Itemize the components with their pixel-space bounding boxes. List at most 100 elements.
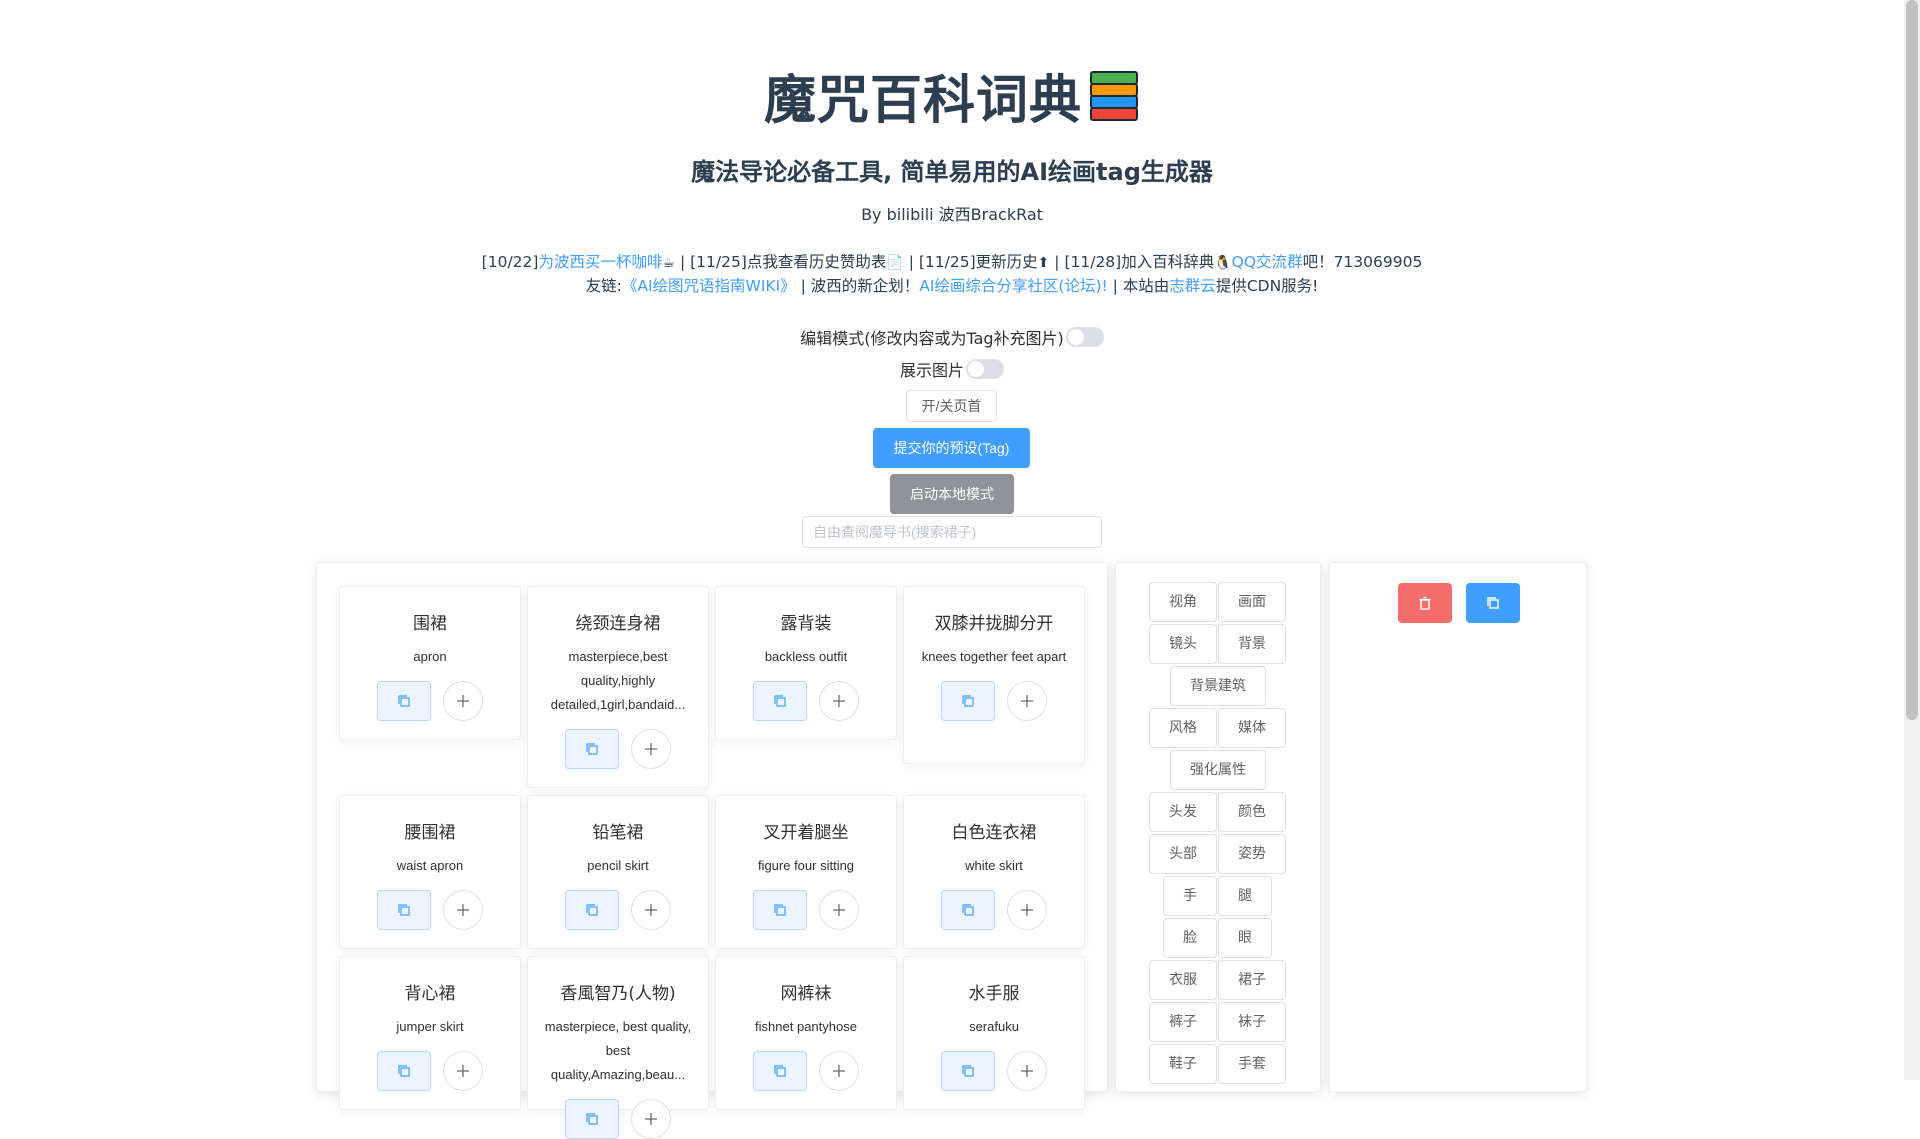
up-arrow-icon: ⬆: [1037, 255, 1050, 271]
add-tag-button[interactable]: [443, 1051, 483, 1091]
buy-coffee-link[interactable]: 为波西买一杯咖啡: [538, 253, 662, 271]
add-tag-button[interactable]: [1007, 1051, 1047, 1091]
category-button[interactable]: 眼: [1218, 918, 1272, 958]
category-button[interactable]: 腿: [1218, 876, 1272, 916]
forum-link[interactable]: AI绘画综合分享社区(论坛)!: [919, 277, 1107, 295]
tag-name: 绕颈连身裙: [575, 614, 661, 634]
wiki-link[interactable]: 《AI绘图咒语指南WIKI》: [622, 277, 796, 295]
category-button[interactable]: 衣服: [1149, 960, 1217, 1000]
tag-text: fishnet pantyhose: [755, 1019, 857, 1034]
copy-tag-button[interactable]: [941, 890, 995, 930]
card-actions: [340, 681, 520, 721]
plus-icon: [833, 904, 845, 916]
copy-tag-button[interactable]: [377, 681, 431, 721]
tag-text: masterpiece,best quality,highly detailed…: [550, 649, 686, 712]
card-actions: [340, 890, 520, 930]
add-tag-button[interactable]: [819, 890, 859, 930]
copy-tag-button[interactable]: [565, 890, 619, 930]
selected-tags-panel: [1329, 562, 1587, 1092]
copy-tag-button[interactable]: [377, 890, 431, 930]
category-button[interactable]: 画面: [1218, 582, 1286, 622]
card-actions: [716, 681, 896, 721]
add-tag-button[interactable]: [1007, 681, 1047, 721]
add-tag-button[interactable]: [1007, 890, 1047, 930]
local-mode-button[interactable]: 启动本地模式: [890, 474, 1014, 514]
announcement-line-2: 友链:《AI绘图咒语指南WIKI》 | 波西的新企划！AI绘画综合分享社区(论坛…: [585, 277, 1319, 295]
copy-tag-button[interactable]: [753, 681, 807, 721]
edit-mode-toggle[interactable]: [1065, 327, 1104, 347]
plus-icon: [645, 904, 657, 916]
tag-name: 围裙: [413, 614, 447, 634]
tag-text: backless outfit: [764, 649, 848, 664]
category-button[interactable]: 袜子: [1218, 1002, 1286, 1042]
card-actions: [904, 1051, 1084, 1091]
sponsor-history-link[interactable]: | [11/25]点我查看历史赞助表: [675, 253, 886, 271]
add-tag-button[interactable]: [631, 890, 671, 930]
tag-card: 水手服 serafuku: [903, 956, 1085, 1110]
add-tag-button[interactable]: [631, 729, 671, 769]
category-button[interactable]: 颜色: [1218, 792, 1286, 832]
category-button[interactable]: 裤子: [1149, 1002, 1217, 1042]
card-actions: [528, 1099, 708, 1139]
category-button[interactable]: 脸: [1163, 918, 1217, 958]
tag-card: 白色连衣裙 white skirt: [903, 795, 1085, 949]
copy-tag-button[interactable]: [565, 729, 619, 769]
books-icon: [1088, 69, 1140, 121]
copy-tag-button[interactable]: [941, 681, 995, 721]
search-input[interactable]: [802, 516, 1102, 548]
cdn-provider-link[interactable]: 志群云: [1169, 277, 1216, 295]
trash-icon: [1419, 596, 1431, 610]
show-image-toggle[interactable]: [966, 359, 1004, 379]
tag-text: knees together feet apart: [921, 649, 1067, 664]
qq-group-link[interactable]: QQ交流群: [1232, 253, 1303, 271]
copy-icon: [586, 743, 598, 755]
category-button[interactable]: 头部: [1149, 834, 1217, 874]
category-button[interactable]: 头发: [1149, 792, 1217, 832]
add-tag-button[interactable]: [819, 1051, 859, 1091]
show-image-row: 展示图片: [0, 357, 1904, 381]
category-button[interactable]: 镜头: [1149, 624, 1217, 664]
announcement-line-1: [10/22]为波西买一杯咖啡☕ | [11/25]点我查看历史赞助表📄 | […: [481, 253, 1423, 271]
category-button[interactable]: 鞋子: [1149, 1044, 1217, 1084]
plus-icon: [457, 904, 469, 916]
copy-tag-button[interactable]: [565, 1099, 619, 1139]
copy-all-button[interactable]: [1466, 583, 1520, 623]
category-button[interactable]: 媒体: [1218, 708, 1286, 748]
category-button[interactable]: 手: [1163, 876, 1217, 916]
add-tag-button[interactable]: [819, 681, 859, 721]
category-button[interactable]: 风格: [1149, 708, 1217, 748]
copy-icon: [962, 1065, 974, 1077]
copy-icon: [962, 904, 974, 916]
update-history-link[interactable]: | [11/25]更新历史: [904, 253, 1038, 271]
category-button[interactable]: 裙子: [1218, 960, 1286, 1000]
copy-icon: [586, 1113, 598, 1125]
tag-name: 背心裙: [404, 984, 456, 1004]
tag-text: waist apron: [396, 858, 464, 873]
plus-icon: [833, 1065, 845, 1077]
add-tag-button[interactable]: [443, 681, 483, 721]
copy-icon: [774, 1065, 786, 1077]
copy-tag-button[interactable]: [753, 1051, 807, 1091]
add-tag-button[interactable]: [443, 890, 483, 930]
category-button[interactable]: 强化属性: [1170, 750, 1266, 790]
add-tag-button[interactable]: [631, 1099, 671, 1139]
tag-text: white skirt: [965, 858, 1023, 873]
copy-tag-button[interactable]: [941, 1051, 995, 1091]
copy-icon: [774, 695, 786, 707]
clear-button[interactable]: [1398, 583, 1452, 623]
scrollbar[interactable]: [1904, 0, 1920, 1080]
category-button[interactable]: 视角: [1149, 582, 1217, 622]
copy-tag-button[interactable]: [377, 1051, 431, 1091]
tag-card: 背心裙 jumper skirt: [339, 956, 521, 1110]
category-button[interactable]: 姿势: [1218, 834, 1286, 874]
submit-preset-button[interactable]: 提交你的预设(Tag): [873, 428, 1030, 468]
category-button[interactable]: 手套: [1218, 1044, 1286, 1084]
scrollbar-thumb[interactable]: [1906, 0, 1918, 720]
copy-tag-button[interactable]: [753, 890, 807, 930]
category-button[interactable]: 背景: [1218, 624, 1286, 664]
tag-text: masterpiece, best quality, best quality,…: [544, 1019, 692, 1082]
tag-name: 香風智乃(人物): [560, 984, 676, 1004]
toggle-header-button[interactable]: 开/关页首: [906, 390, 997, 422]
category-button[interactable]: 背景建筑: [1170, 666, 1266, 706]
tag-card: 双膝并拢脚分开 knees together feet apart: [903, 586, 1085, 764]
